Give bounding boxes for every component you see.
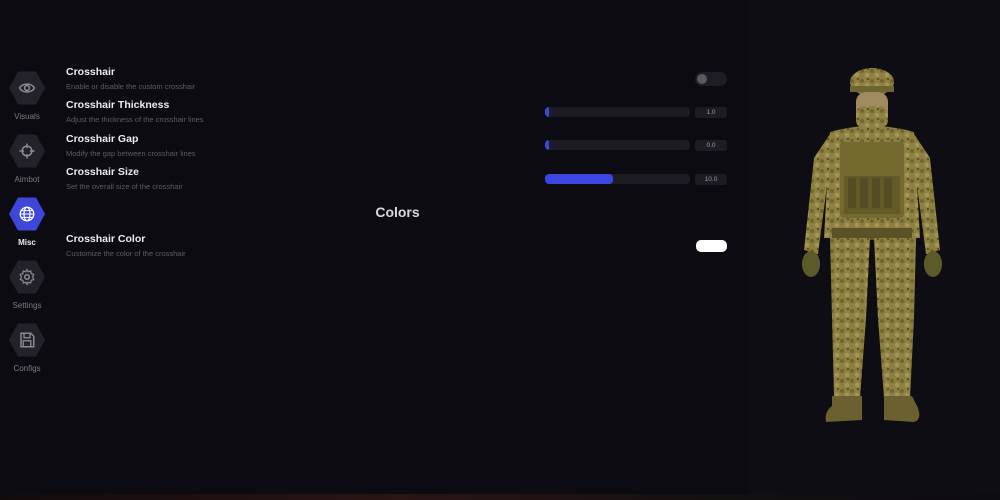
size-description: Set the overall size of the crosshair <box>66 182 183 191</box>
toggle-knob <box>697 74 707 84</box>
bottom-strip <box>0 494 1000 500</box>
size-slider-fill <box>545 174 614 184</box>
nav-item-misc[interactable]: Misc <box>0 196 54 256</box>
globe-icon <box>9 197 45 231</box>
thickness-slider[interactable] <box>545 107 690 117</box>
thickness-description: Adjust the thickness of the crosshair li… <box>66 115 204 124</box>
gap-slider[interactable] <box>545 140 690 150</box>
crosshair-color-description: Customize the color of the crosshair <box>66 249 186 258</box>
nav-item-configs[interactable]: Configs <box>0 322 54 382</box>
thickness-title: Crosshair Thickness <box>66 99 170 111</box>
nav-label-visuals: Visuals <box>14 112 40 121</box>
gap-description: Modify the gap between crosshair lines <box>66 149 196 158</box>
crosshair-icon <box>9 134 45 168</box>
gap-title: Crosshair Gap <box>66 133 139 145</box>
nav-label-configs: Configs <box>13 364 41 373</box>
crosshair-color-swatch[interactable] <box>696 240 727 252</box>
crosshair-toggle[interactable] <box>695 72 727 86</box>
thickness-slider-fill <box>545 107 550 117</box>
colors-heading: Colors <box>375 204 420 220</box>
gear-icon <box>9 260 45 294</box>
gap-value[interactable]: 0.0 <box>695 140 727 151</box>
size-title: Crosshair Size <box>66 166 139 178</box>
nav-label-aimbot: Aimbot <box>14 175 40 184</box>
nav-label-settings: Settings <box>12 301 42 310</box>
nav-item-aimbot[interactable]: Aimbot <box>0 133 54 193</box>
nav-label-misc: Misc <box>18 238 36 247</box>
crosshair-title: Crosshair <box>66 66 116 78</box>
size-slider[interactable] <box>545 174 690 184</box>
nav-item-visuals[interactable]: Visuals <box>0 70 54 130</box>
crosshair-color-title: Crosshair Color <box>66 233 146 245</box>
eye-icon <box>9 71 45 105</box>
crosshair-description: Enable or disable the custom crosshair <box>66 82 196 91</box>
size-value[interactable]: 10.0 <box>695 174 727 185</box>
thickness-value[interactable]: 1.0 <box>695 107 727 118</box>
character-model <box>802 68 942 422</box>
gap-slider-fill <box>545 140 550 150</box>
save-icon <box>9 323 45 357</box>
nav-item-settings[interactable]: Settings <box>0 259 54 319</box>
